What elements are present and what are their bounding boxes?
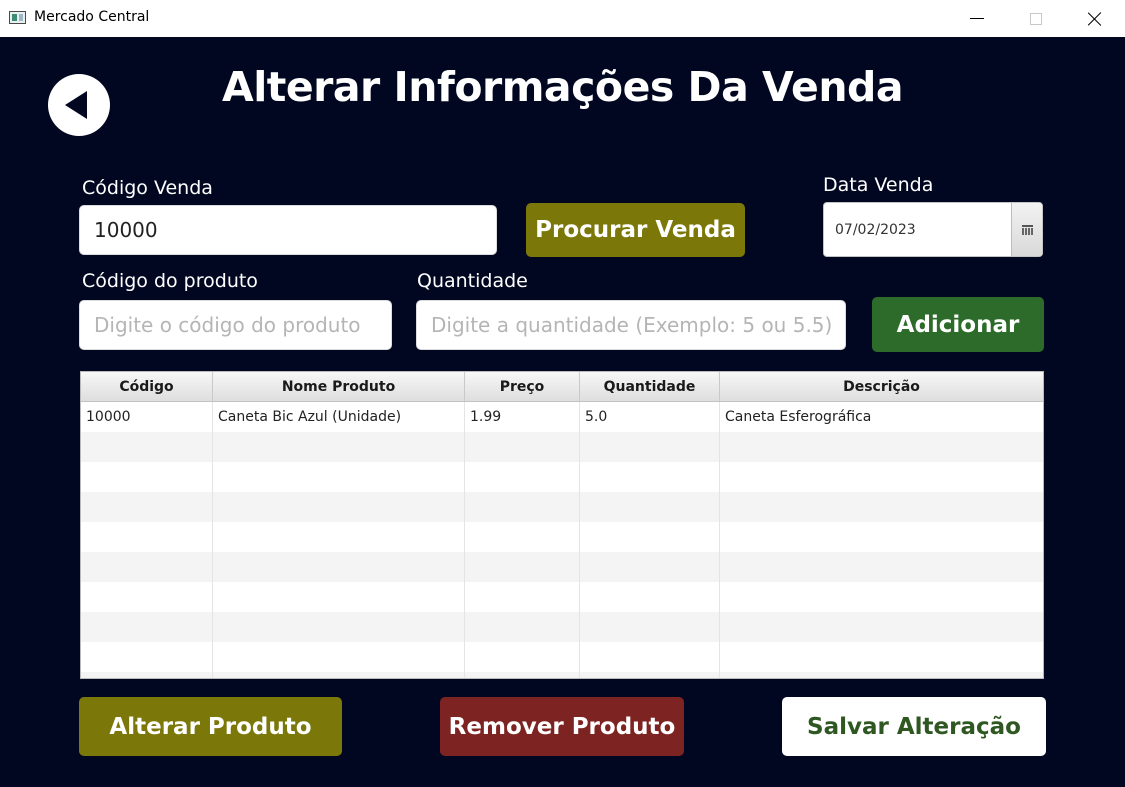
remover-produto-button[interactable]: Remover Produto	[440, 697, 684, 756]
quantidade-input[interactable]	[416, 300, 846, 350]
table-header: Código Nome Produto Preço Quantidade Des…	[81, 372, 1043, 402]
window-title: Mercado Central	[34, 9, 150, 25]
empty-table-row[interactable]	[81, 492, 1043, 522]
salvar-alteracao-button[interactable]: Salvar Alteração	[782, 697, 1046, 756]
cell-codigo: 10000	[81, 402, 213, 432]
data-venda-picker[interactable]: 07/02/2023	[823, 202, 1043, 257]
procurar-venda-button[interactable]: Procurar Venda	[526, 203, 745, 257]
cell-nome-produto: Caneta Bic Azul (Unidade)	[213, 402, 465, 432]
alterar-produto-button[interactable]: Alterar Produto	[79, 697, 342, 756]
app-window-icon	[9, 11, 26, 24]
adicionar-button[interactable]: Adicionar	[872, 297, 1044, 352]
empty-table-row[interactable]	[81, 462, 1043, 492]
products-table[interactable]: Código Nome Produto Preço Quantidade Des…	[80, 371, 1044, 679]
page-title-text: Alterar Informações Da Venda	[221, 63, 904, 111]
calendar-button[interactable]	[1011, 203, 1042, 256]
empty-table-row[interactable]	[81, 432, 1043, 462]
cell-quantidade: 5.0	[580, 402, 720, 432]
calendar-icon	[1021, 224, 1033, 235]
close-button[interactable]	[1066, 0, 1124, 37]
table-row[interactable]: 10000 Caneta Bic Azul (Unidade) 1.99 5.0…	[81, 402, 1043, 432]
page-title: Alterar Informações Da Venda	[0, 63, 1125, 111]
cell-descricao: Caneta Esferográfica	[725, 409, 872, 425]
window-titlebar: Mercado Central	[0, 0, 1125, 37]
empty-table-row[interactable]	[81, 582, 1043, 612]
empty-table-row[interactable]	[81, 522, 1043, 552]
column-header-quantidade[interactable]: Quantidade	[580, 372, 720, 401]
cell-preco: 1.99	[465, 402, 580, 432]
maximize-button[interactable]	[1007, 0, 1065, 37]
empty-table-row[interactable]	[81, 552, 1043, 582]
column-header-nome-produto[interactable]: Nome Produto	[213, 372, 465, 401]
main-panel: Alterar Informações Da Venda Código Vend…	[0, 37, 1125, 787]
table-body: 10000 Caneta Bic Azul (Unidade) 1.99 5.0…	[81, 402, 1043, 678]
column-header-preco[interactable]: Preço	[465, 372, 580, 401]
minimize-button[interactable]	[948, 0, 1006, 37]
column-header-codigo[interactable]: Código	[81, 372, 213, 401]
codigo-venda-input[interactable]	[79, 205, 497, 255]
data-venda-label: Data Venda	[823, 174, 934, 196]
codigo-venda-label: Código Venda	[82, 177, 213, 199]
minimize-icon	[970, 18, 984, 19]
empty-table-row[interactable]	[81, 672, 1043, 678]
maximize-icon	[1030, 12, 1042, 25]
quantidade-label: Quantidade	[417, 270, 528, 292]
empty-table-row[interactable]	[81, 642, 1043, 672]
codigo-produto-label: Código do produto	[82, 270, 258, 292]
column-header-descricao[interactable]: Descrição	[720, 372, 1043, 401]
data-venda-value[interactable]: 07/02/2023	[824, 203, 1011, 256]
close-icon	[1088, 12, 1102, 26]
codigo-produto-input[interactable]	[79, 300, 392, 350]
empty-table-row[interactable]	[81, 612, 1043, 642]
